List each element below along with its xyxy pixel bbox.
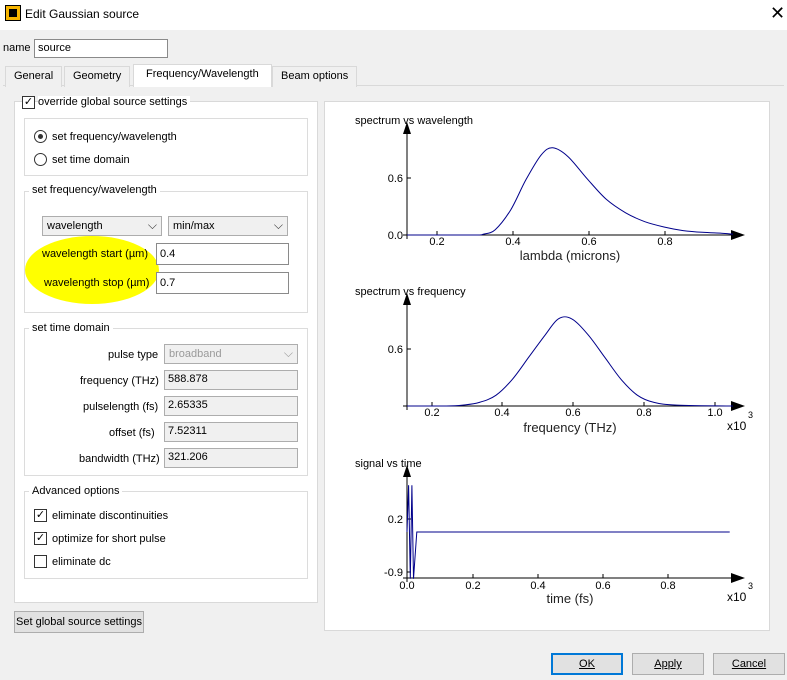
optimize-short-pulse-checkbox[interactable]: ✓: [34, 532, 47, 545]
chevron-down-icon: ⌵: [147, 218, 157, 232]
bandwidth-field: 321.206: [164, 448, 298, 468]
x-axis-label-3: time (fs): [547, 591, 594, 606]
eliminate-dc-label: eliminate dc: [52, 556, 111, 568]
chart-title-1: spectrum vs wavelength: [355, 115, 473, 127]
cancel-button[interactable]: Cancel: [713, 653, 785, 675]
eliminate-discontinuities-checkbox[interactable]: ✓: [34, 509, 47, 522]
series-line-2: [406, 316, 734, 407]
x-tick-label-1: 0.8: [657, 236, 672, 248]
x-tick-label-3: 0.4: [530, 580, 545, 592]
radio-set-time-domain[interactable]: [34, 153, 47, 166]
pulselength-label: pulselength (fs): [83, 401, 159, 413]
eliminate-dc-checkbox[interactable]: [34, 555, 47, 568]
tab-frequency-wavelength[interactable]: Frequency/Wavelength: [133, 64, 272, 87]
exponent-3: 3: [748, 581, 753, 591]
override-checkbox[interactable]: ✓: [22, 96, 35, 109]
offset-field: 7.52311: [164, 422, 298, 442]
advanced-title: Advanced options: [29, 485, 123, 497]
y-tick-label-1: 0.0: [388, 230, 403, 242]
chart-title-3: signal vs time: [355, 458, 422, 470]
range-select-value: min/max: [173, 220, 215, 232]
x-tick-label-3: 0.6: [595, 580, 610, 592]
radio-label-time-domain: set time domain: [52, 154, 130, 166]
plots-svg: spectrum vs wavelength 0.2 0.4 0.6 0.8 0.0 0.6…: [355, 115, 753, 606]
name-input[interactable]: source: [34, 39, 168, 58]
y-tick-label-3: 0.2: [388, 514, 403, 526]
wavelength-start-label: wavelength start (µm): [42, 248, 148, 260]
radio-set-frequency-wavelength[interactable]: [34, 130, 47, 143]
x-tick-label-2: 0.4: [494, 407, 509, 419]
x-axis-label-2: frequency (THz): [523, 420, 616, 435]
wavelength-stop-label: wavelength stop (µm): [44, 277, 150, 289]
x-tick-label-2: 0.6: [565, 407, 580, 419]
y-tick-label-2: 0.6: [388, 344, 403, 356]
x-axis-arrow-2: [731, 401, 745, 411]
app-icon: [5, 5, 21, 21]
apply-button[interactable]: Apply: [632, 653, 704, 675]
frequency-field: 588.878: [164, 370, 298, 390]
freq-wavelength-title: set frequency/wavelength: [29, 184, 160, 196]
set-global-source-settings-button[interactable]: Set global source settings: [14, 611, 144, 633]
chevron-down-icon: ⌵: [283, 346, 293, 360]
x-tick-label-3: 0.0: [399, 580, 414, 592]
pulse-type-select: broadband ⌵: [164, 344, 298, 364]
override-label: override global source settings: [38, 96, 191, 108]
x-tick-label-1: 0.2: [429, 236, 444, 248]
pulse-type-value: broadband: [169, 348, 222, 360]
window-title: Edit Gaussian source: [25, 7, 140, 21]
range-select[interactable]: min/max ⌵: [168, 216, 288, 236]
x-axis-label-1: lambda (microns): [520, 248, 620, 263]
apply-button-label: Apply: [654, 658, 682, 670]
type-select[interactable]: wavelength ⌵: [42, 216, 162, 236]
radio-label-frequency-wavelength: set frequency/wavelength: [52, 131, 177, 143]
ok-button-label: OK: [579, 658, 595, 670]
x-tick-label-3: 0.8: [660, 580, 675, 592]
close-icon[interactable]: ✕: [770, 3, 785, 23]
x-tick-label-2: 0.2: [424, 407, 439, 419]
bandwidth-label: bandwidth (THz): [79, 453, 160, 465]
x-tick-label-2: 1.0: [707, 407, 722, 419]
ok-button[interactable]: OK: [551, 653, 623, 675]
eliminate-discontinuities-label: eliminate discontinuities: [52, 510, 169, 522]
yellow-highlight: [25, 236, 159, 304]
wavelength-start-input[interactable]: 0.4: [156, 243, 289, 265]
tab-beam-options[interactable]: Beam options: [272, 66, 358, 87]
multiplier-3: x10: [727, 590, 747, 604]
mode-group: [24, 118, 308, 176]
series-line-3: [406, 485, 730, 579]
wavelength-stop-input[interactable]: 0.7: [156, 272, 289, 294]
time-domain-title: set time domain: [29, 322, 113, 334]
frequency-label: frequency (THz): [80, 375, 159, 387]
x-axis-arrow-1: [731, 230, 745, 240]
x-tick-label-1: 0.4: [505, 236, 520, 248]
optimize-short-pulse-label: optimize for short pulse: [52, 533, 166, 545]
tab-geometry[interactable]: Geometry: [64, 66, 131, 87]
x-axis-arrow-3: [731, 573, 745, 583]
pulse-type-label: pulse type: [108, 349, 159, 361]
y-tick-label-3: -0.9: [384, 567, 403, 579]
exponent-2: 3: [748, 410, 753, 420]
plot-pane: spectrum vs wavelength 0.2 0.4 0.6 0.8 0.0 0.6…: [324, 101, 770, 631]
cancel-button-label: Cancel: [731, 658, 767, 670]
x-tick-label-2: 0.8: [636, 407, 651, 419]
tab-general[interactable]: General: [5, 66, 63, 87]
series-line-1: [407, 147, 734, 236]
x-tick-label-3: 0.2: [465, 580, 480, 592]
y-tick-label-1: 0.6: [388, 173, 403, 185]
x-tick-label-1: 0.6: [581, 236, 596, 248]
chevron-down-icon: ⌵: [273, 218, 283, 232]
name-label: name: [3, 42, 31, 54]
multiplier-2: x10: [727, 419, 747, 433]
offset-label: offset (fs): [109, 427, 155, 439]
chart-title-2: spectrum vs frequency: [355, 286, 466, 298]
type-select-value: wavelength: [47, 220, 103, 232]
pulselength-field: 2.65335: [164, 396, 298, 416]
